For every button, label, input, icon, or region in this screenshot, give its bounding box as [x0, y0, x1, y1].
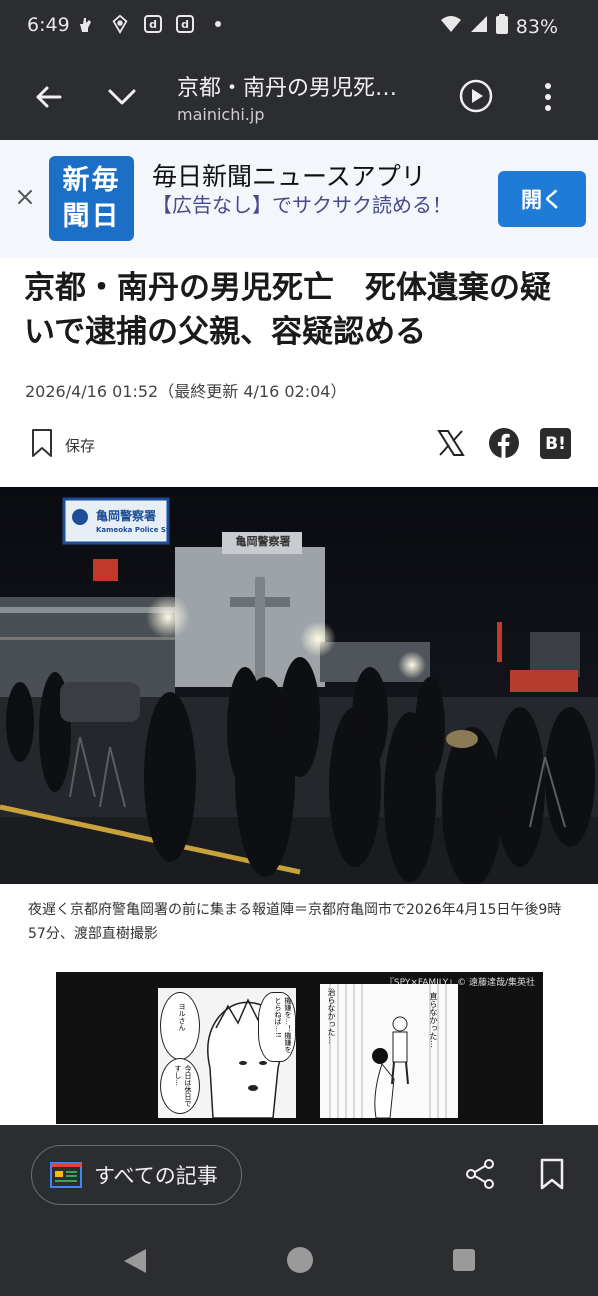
building-sign: 亀岡警察署	[235, 535, 291, 548]
nav-back-icon[interactable]	[122, 1247, 148, 1279]
nav-recents-icon[interactable]	[453, 1249, 475, 1271]
article-photo[interactable]: 亀岡警察署 Kameoka Police Sta. 亀岡警察署	[0, 487, 598, 884]
hand-notification-icon	[76, 14, 96, 34]
chevron-down-icon[interactable]	[105, 80, 139, 114]
sign-name: 亀岡警察署	[96, 509, 157, 523]
page-title: 京都・南丹の男児死…	[177, 76, 398, 101]
status-time: 6:49	[27, 14, 70, 36]
speech-bubble: ヨルさん	[160, 992, 200, 1060]
mainichi-app-logo[interactable]: 新毎 聞日	[49, 156, 134, 241]
save-label: 保存	[65, 436, 96, 455]
bookmark-icon[interactable]	[540, 1158, 564, 1190]
system-nav-bar	[0, 1225, 598, 1296]
save-button[interactable]: 保存	[31, 428, 95, 462]
manga-ad[interactable]: 『SPY×FAMILY』© 遠藤達哉/集英社 ヨルさん 機嫌を…！機嫌をとらねば…	[56, 972, 543, 1124]
more-notifications-dot-icon	[208, 14, 228, 34]
status-bar: 6:49 d d 83%	[0, 0, 598, 54]
police-station-sign: 亀岡警察署 Kameoka Police Sta.	[70, 507, 168, 543]
speech-bubble: 今日は休日ですし…	[160, 1058, 200, 1114]
facebook-share-icon[interactable]	[488, 427, 520, 459]
speech-bubble: 機嫌を…！機嫌をとらねば…!!	[258, 992, 296, 1062]
promo-subtitle: 【広告なし】でサクサク読める！	[152, 193, 452, 217]
sync-notification-icon	[110, 14, 130, 34]
x-share-icon[interactable]	[436, 428, 466, 458]
logo-top-text: 新毎	[62, 165, 121, 196]
nav-home-icon[interactable]	[287, 1247, 313, 1273]
article-headline: 京都・南丹の男児死亡 死体遺棄の疑いで逮捕の父親、容疑認める	[24, 270, 551, 350]
page-domain: mainichi.jp	[177, 105, 265, 124]
open-app-button[interactable]: 開く	[498, 171, 586, 227]
promo-title: 毎日新聞ニュースアプリ	[152, 162, 426, 191]
signal-icon	[470, 15, 488, 38]
close-icon[interactable]	[14, 186, 36, 208]
all-articles-label: すべての記事	[94, 1164, 218, 1188]
manga-caption: 直らなかった…	[429, 992, 438, 1048]
logo-bottom-text: 聞日	[62, 201, 121, 232]
back-arrow-icon[interactable]	[32, 80, 66, 114]
hatena-bookmark-icon[interactable]: B!	[540, 428, 571, 459]
battery-percentage: 83%	[515, 15, 558, 38]
bookmark-icon	[31, 428, 53, 462]
sign-english: Kameoka Police Sta.	[96, 526, 168, 534]
play-audio-icon[interactable]	[458, 78, 494, 114]
status-right-icons: 83%	[440, 14, 558, 39]
battery-icon	[495, 14, 508, 39]
manga-caption: 治らなかった…	[327, 988, 336, 1044]
more-options-icon[interactable]	[536, 80, 560, 114]
status-notification-icons: d d	[76, 14, 228, 34]
d-app-notification-icon-2: d	[176, 15, 194, 33]
share-icon[interactable]	[464, 1158, 496, 1190]
manga-panel-left: ヨルさん 機嫌を…！機嫌をとらねば…!! 今日は休日ですし…	[158, 988, 296, 1118]
app-bar: 京都・南丹の男児死… mainichi.jp	[0, 54, 598, 140]
d-app-notification-icon: d	[144, 15, 162, 33]
app-promo-banner: 新毎 聞日 毎日新聞ニュースアプリ 【広告なし】でサクサク読める！ 開く	[0, 140, 598, 258]
photo-caption: 夜遅く京都府警亀岡署の前に集まる報道陣＝京都府亀岡市で2026年4月15日午後9…	[28, 902, 562, 942]
article-date: 2026/4/16 01:52（最終更新 4/16 02:04）	[25, 382, 347, 401]
bottom-toolbar: すべての記事	[0, 1125, 598, 1225]
manga-panel-right: 治らなかった… 直らなかった…	[320, 984, 458, 1118]
wifi-icon	[440, 15, 462, 38]
news-feed-icon	[50, 1162, 82, 1188]
all-articles-button[interactable]: すべての記事	[31, 1145, 242, 1205]
